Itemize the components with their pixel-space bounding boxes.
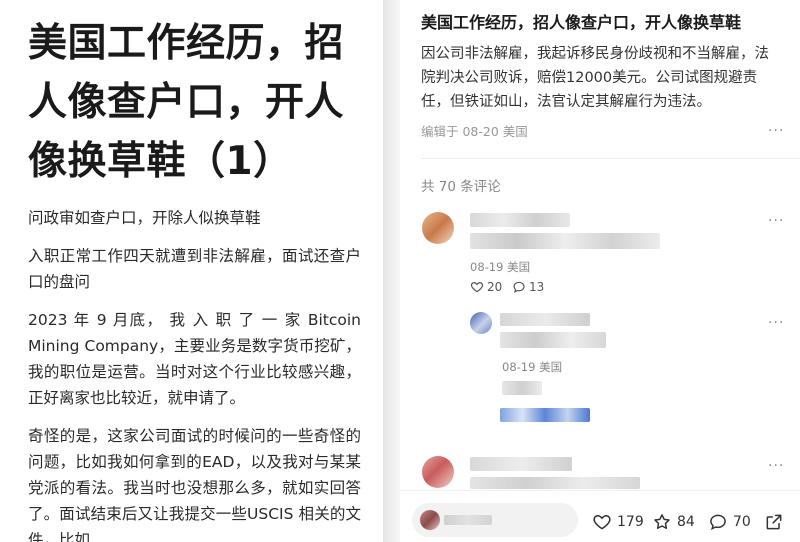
reply-avatar[interactable] <box>470 312 492 334</box>
star-icon <box>654 514 670 529</box>
comment-input[interactable] <box>412 503 578 537</box>
comment-total-count: 70 <box>733 514 751 530</box>
share-button[interactable] <box>764 512 784 532</box>
divider <box>421 158 800 159</box>
comment-count: 共 70 条评论 <box>421 179 501 195</box>
comment-button[interactable]: 70 <box>708 512 751 532</box>
post-body: 因公司非法解雇，我起诉移民身份歧视和不当解雇，法院判决公司败诉，赔偿12000美… <box>421 46 769 110</box>
reply-actions-blurred <box>502 381 542 395</box>
expand-replies-link-blurred[interactable] <box>500 408 590 422</box>
comment-avatar[interactable] <box>422 456 454 488</box>
reply-meta: 08-19 美国 <box>502 360 563 374</box>
comment-text-blurred <box>470 477 640 489</box>
article-image-panel: 美国工作经历，招人像查户口，开人像换草鞋（1） 问政审如查户口，开除人似换草鞋 … <box>0 0 383 542</box>
chat-bubble-icon <box>710 514 726 531</box>
comment-like-count: 20 <box>487 280 503 294</box>
comment-reply-button[interactable]: 13 <box>512 280 544 294</box>
chat-bubble-icon <box>513 281 525 293</box>
collect-button[interactable]: 84 <box>652 512 695 532</box>
self-avatar <box>420 510 440 530</box>
post-edit-meta: 编辑于 08-20 美国 <box>421 124 528 139</box>
article-paragraph-2: 入职正常工作四天就遭到非法解雇，面试还查户口的盘问 <box>28 247 361 291</box>
comment-more-button[interactable]: ··· <box>768 459 784 473</box>
article-paragraph-1: 问政审如查户口，开除人似换草鞋 <box>28 209 261 227</box>
comment-text-blurred <box>470 233 660 249</box>
panel-separator <box>383 0 400 542</box>
comment-avatar[interactable] <box>422 212 454 244</box>
comment-meta: 08-19 美国 <box>470 260 531 274</box>
reply-author-blurred <box>500 313 590 326</box>
comment-author-blurred <box>470 213 570 227</box>
post-more-button[interactable]: ··· <box>768 124 784 138</box>
comment-more-button[interactable]: ··· <box>768 214 784 228</box>
input-placeholder-blurred <box>444 515 492 525</box>
article-paragraph-4: 奇怪的是，这家公司面试的时候问的一些奇怪的问题，比如我如何拿到的EAD，以及我对… <box>28 427 361 542</box>
post-detail-panel: 美国工作经历，招人像查户口，开人像换草鞋 因公司非法解雇，我起诉移民身份歧视和不… <box>400 0 800 542</box>
like-button[interactable]: 179 <box>592 512 644 532</box>
post-title: 美国工作经历，招人像查户口，开人像换草鞋 <box>421 13 742 32</box>
comment-author-blurred <box>470 457 572 471</box>
reply-text-blurred <box>500 332 606 348</box>
engagement-bar: 179 84 70 <box>400 490 800 542</box>
heart-icon <box>593 514 611 530</box>
comment-reply-count: 13 <box>529 280 545 294</box>
share-icon <box>766 514 782 530</box>
reply-more-button[interactable]: ··· <box>768 316 784 330</box>
article-paragraph-3: 2023 年 9 月底， 我 入 职 了 一 家 Bitcoin Mining … <box>28 311 361 407</box>
collect-count: 84 <box>677 514 695 530</box>
comment-like-button[interactable]: 20 <box>470 280 502 294</box>
like-count: 179 <box>617 514 644 530</box>
article-title: 美国工作经历，招人像查户口，开人像换草鞋（1） <box>28 21 345 184</box>
heart-icon <box>470 282 484 293</box>
